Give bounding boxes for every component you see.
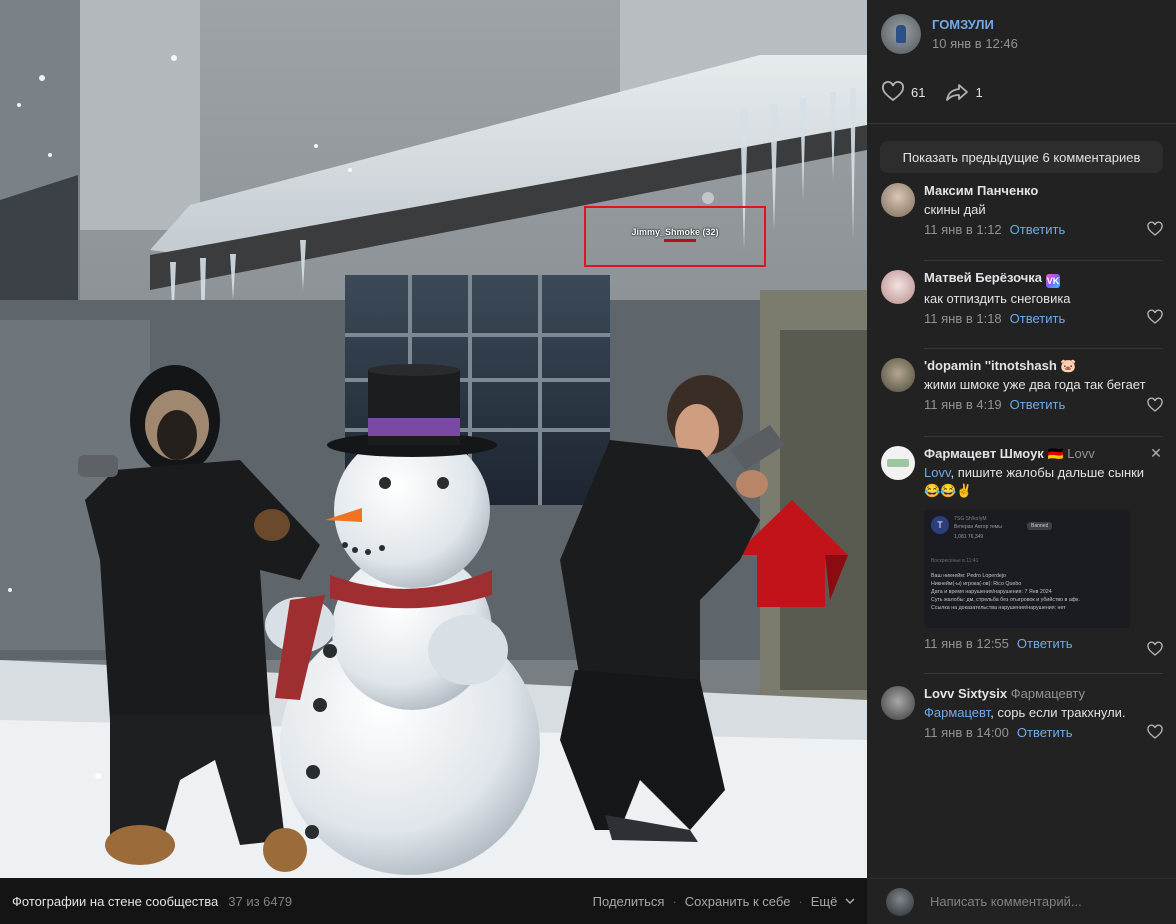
separator-dot: · — [798, 893, 803, 909]
reply-link[interactable]: Ответить — [1010, 397, 1066, 412]
comment-time[interactable]: 11 янв в 1:18 — [924, 311, 1002, 326]
comment-input-bar — [867, 878, 1176, 924]
reply-link[interactable]: Ответить — [1017, 636, 1073, 651]
comment-like-icon[interactable] — [1147, 724, 1163, 740]
photo-actions: Поделиться · Сохранить к себе · Ещё — [593, 894, 855, 909]
photo-viewer-image[interactable]: Jimmy_Shmoke (32) — [0, 0, 867, 878]
attached-image[interactable]: T TSG Sh!ko!yM Ветеран Автор темы Banned… — [924, 510, 1130, 628]
mention-link[interactable]: Lovv — [924, 465, 951, 480]
reply-link[interactable]: Ответить — [1017, 725, 1073, 740]
game-screenshot — [0, 0, 867, 878]
comment-time[interactable]: 11 янв в 4:19 — [924, 397, 1002, 412]
divider — [924, 260, 1163, 261]
commenter-avatar[interactable] — [881, 270, 915, 304]
reply-to-user[interactable]: Lovv — [1067, 446, 1094, 461]
attachment-stats: 1,081 76,349 — [954, 534, 984, 540]
player-health-bar — [664, 239, 696, 242]
pig-emoji-icon: 🐷 — [1060, 358, 1077, 373]
mention-link[interactable]: Фармацевт — [924, 705, 990, 720]
post-date[interactable]: 10 янв в 12:46 — [932, 36, 1018, 51]
emoji-text: 😂😂✌️ — [924, 483, 973, 498]
current-user-avatar[interactable] — [886, 887, 914, 916]
comment-text: Фармацевт, сорь если тракхнули. — [924, 705, 1126, 720]
show-previous-comments-button[interactable]: Показать предыдущие 6 комментариев — [880, 141, 1163, 173]
group-name-link[interactable]: ГОМЗУЛИ — [932, 17, 1018, 32]
save-photo-link[interactable]: Сохранить к себе — [685, 894, 791, 909]
photo-counter: 37 из 6479 — [228, 893, 293, 909]
vk-badge-icon: VK — [1046, 274, 1061, 288]
attachment-text: Ваш никнейм: Pedro Loperdejo Никнейм(-ы)… — [931, 573, 1080, 611]
comment-author[interactable]: Матвей Берёзочка — [924, 270, 1042, 285]
comment-time[interactable]: 11 янв в 12:55 — [924, 636, 1009, 651]
comment-like-icon[interactable] — [1147, 641, 1163, 657]
share-icon[interactable] — [945, 80, 969, 104]
more-menu[interactable]: Ещё — [811, 894, 855, 909]
comment-input[interactable] — [930, 894, 1170, 909]
comment-text: Lovv, пишите жалобы дальше сынки 😂😂✌️ — [924, 465, 1145, 498]
group-avatar[interactable] — [881, 14, 921, 54]
comment-text: жими шмоке уже два года так бегает — [924, 377, 1146, 392]
attachment-role: Ветеран Автор темы — [954, 524, 1002, 530]
reply-link[interactable]: Ответить — [1010, 222, 1066, 237]
attachment-date: Воскресенье в 11:41 — [931, 558, 979, 564]
reply-to-user[interactable]: Фармацевту — [1011, 686, 1085, 701]
commenter-avatar[interactable] — [881, 446, 915, 480]
divider — [924, 673, 1163, 674]
attachment-username: TSG Sh!ko!yM — [954, 516, 987, 522]
comment-like-icon[interactable] — [1147, 221, 1163, 237]
reply-link[interactable]: Ответить — [1010, 311, 1066, 326]
comment-author[interactable]: 'dopamin ''itnotshash — [924, 358, 1057, 373]
share-count: 1 — [975, 84, 983, 100]
post-header: ГОМЗУЛИ 10 янв в 12:46 — [881, 14, 1018, 54]
comment-author[interactable]: Максим Панченко — [924, 183, 1163, 199]
attachment-avatar: T — [931, 516, 949, 534]
comment-like-icon[interactable] — [1147, 309, 1163, 325]
commenter-avatar[interactable] — [881, 686, 915, 720]
comment-like-icon[interactable] — [1147, 397, 1163, 413]
commenter-avatar[interactable] — [881, 183, 915, 217]
album-title[interactable]: Фотографии на стене сообщества — [12, 894, 218, 909]
share-photo-link[interactable]: Поделиться — [593, 894, 665, 909]
germany-flag-icon: 🇩🇪 — [1047, 446, 1064, 461]
comment-text: скины дай — [924, 202, 986, 217]
like-icon[interactable] — [881, 80, 905, 104]
comment-time[interactable]: 11 янв в 1:12 — [924, 222, 1002, 237]
player-nametag: Jimmy_Shmoke (32) — [631, 227, 719, 237]
comments-sidebar: ГОМЗУЛИ 10 янв в 12:46 61 1 Показать пре… — [867, 0, 1176, 924]
comment-author[interactable]: Lovv Sixtysix — [924, 686, 1007, 701]
divider — [867, 123, 1176, 124]
highlighted-nametag-frame: Jimmy_Shmoke (32) — [584, 206, 766, 267]
photo-footer-bar: Фотографии на стене сообщества 37 из 647… — [0, 878, 867, 924]
comment-time[interactable]: 11 янв в 14:00 — [924, 725, 1009, 740]
close-icon[interactable]: ✕ — [1149, 446, 1163, 460]
separator-dot: · — [672, 893, 677, 909]
divider — [924, 348, 1163, 349]
chevron-down-icon — [845, 897, 855, 904]
more-label: Ещё — [810, 893, 838, 909]
comment-author[interactable]: Фармацевт Шмоук — [924, 446, 1044, 461]
comment-text: как отпиздить снеговика — [924, 291, 1071, 306]
post-reactions: 61 1 — [881, 80, 983, 104]
commenter-avatar[interactable] — [881, 358, 915, 392]
like-count: 61 — [911, 84, 926, 100]
divider — [924, 436, 1163, 437]
attachment-status-badge: Banned — [1027, 522, 1053, 530]
